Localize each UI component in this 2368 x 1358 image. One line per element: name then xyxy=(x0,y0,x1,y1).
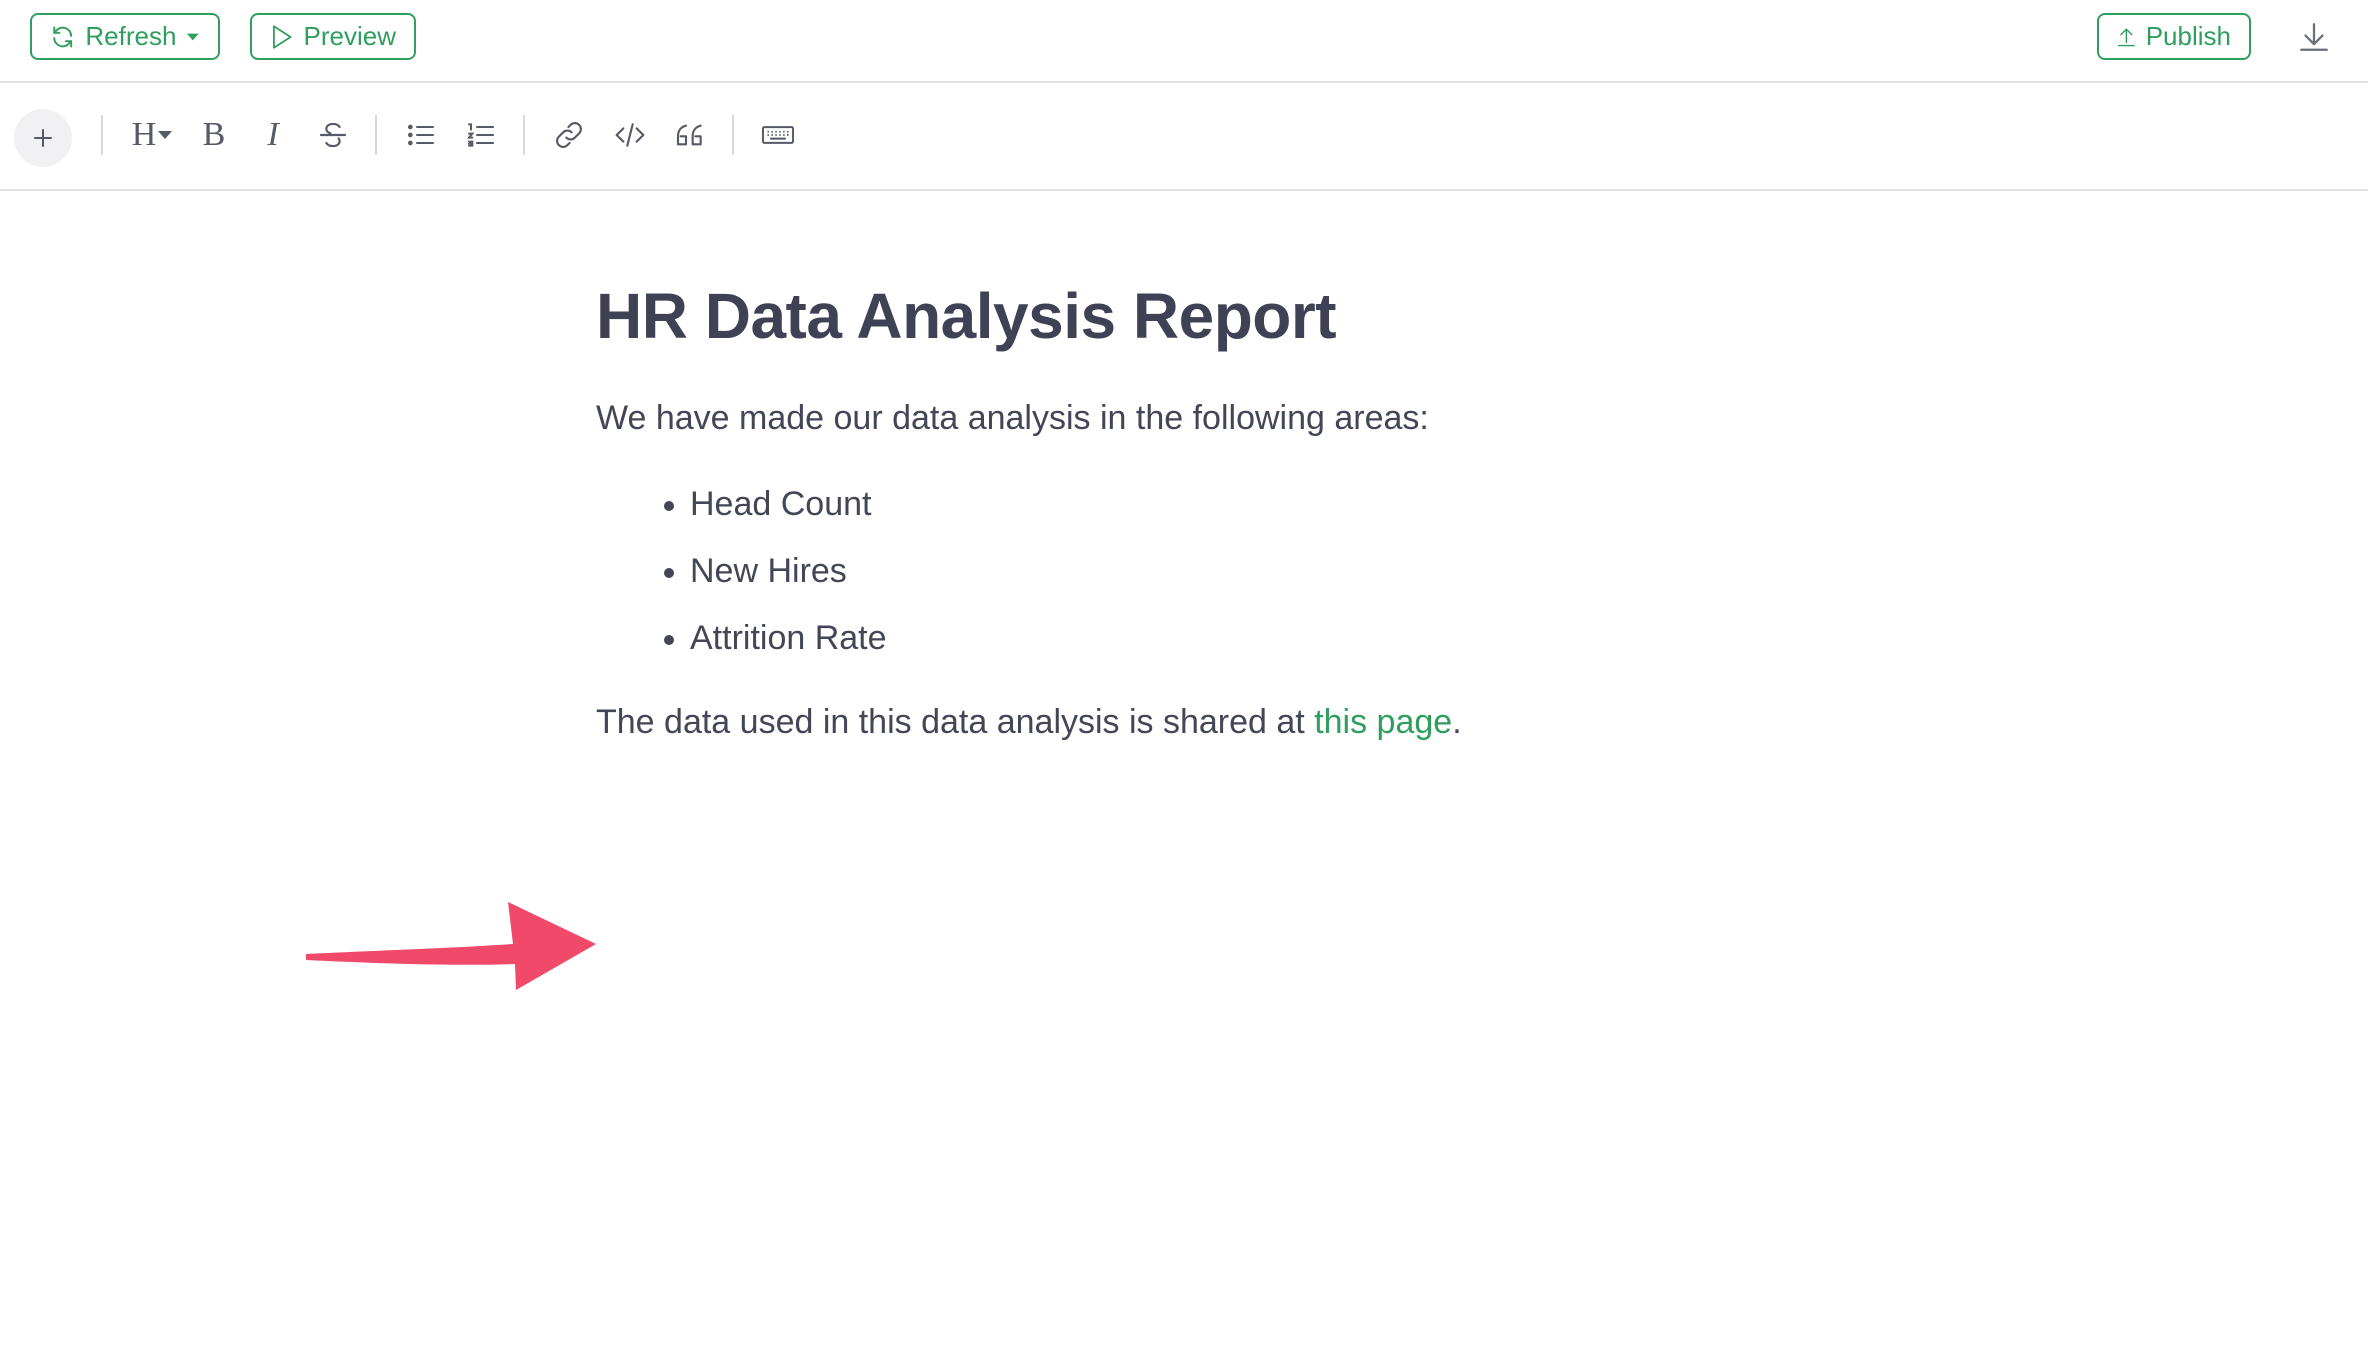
upload-icon xyxy=(2117,27,2135,46)
list-item-text: Attrition Rate xyxy=(690,619,887,658)
numbered-list-icon xyxy=(466,123,494,147)
link-button[interactable] xyxy=(547,113,591,157)
bullet-icon xyxy=(664,635,674,646)
closing-text: The data used in this data analysis is s… xyxy=(596,703,1315,742)
list-item-text: Head Count xyxy=(690,484,872,523)
heading-button[interactable]: H xyxy=(124,113,180,157)
strikethrough-icon xyxy=(319,122,347,148)
this-page-link[interactable]: this page xyxy=(1314,703,1452,741)
quote-icon xyxy=(676,124,702,146)
link-icon xyxy=(556,122,582,148)
list-item: Attrition Rate xyxy=(664,616,1796,660)
quote-button[interactable] xyxy=(668,113,712,157)
publish-button[interactable]: Publish xyxy=(2097,13,2251,60)
areas-list: Head Count New Hires Attrition Rate xyxy=(664,482,1796,661)
play-icon xyxy=(273,24,292,49)
bold-icon: B xyxy=(202,116,226,153)
formatting-toolbar: H B I xyxy=(0,85,2368,191)
bullet-icon xyxy=(664,500,674,511)
heading-icon: H xyxy=(131,116,157,153)
annotation-arrow-icon xyxy=(306,902,596,990)
toolbar-separator xyxy=(523,115,525,155)
plus-icon xyxy=(34,129,52,147)
insert-block-button[interactable] xyxy=(14,109,72,167)
numbered-list-button[interactable] xyxy=(459,113,503,157)
list-item: New Hires xyxy=(664,549,1796,593)
italic-icon: I xyxy=(267,116,279,153)
closing-paragraph: The data used in this data analysis is s… xyxy=(596,700,1796,744)
list-item: Head Count xyxy=(664,482,1796,526)
caret-down-icon xyxy=(187,33,200,40)
document-title: HR Data Analysis Report xyxy=(596,280,1337,352)
italic-button[interactable]: I xyxy=(251,113,295,157)
top-bar: Refresh Preview Publish xyxy=(0,0,2368,83)
refresh-icon xyxy=(53,26,73,47)
refresh-button[interactable]: Refresh xyxy=(30,13,220,60)
list-item-text: New Hires xyxy=(690,551,847,590)
code-button[interactable] xyxy=(608,113,652,157)
toolbar-separator xyxy=(732,115,734,155)
preview-label: Preview xyxy=(303,21,396,51)
refresh-label: Refresh xyxy=(85,21,177,51)
publish-label: Publish xyxy=(2145,21,2231,51)
caret-down-icon xyxy=(158,130,173,139)
code-icon xyxy=(615,123,645,147)
bullet-list-icon xyxy=(408,124,434,146)
intro-paragraph: We have made our data analysis in the fo… xyxy=(596,398,1429,437)
keyboard-shortcuts-button[interactable] xyxy=(756,113,800,157)
toolbar-separator xyxy=(101,115,103,155)
bold-button[interactable]: B xyxy=(192,113,236,157)
toolbar-separator xyxy=(375,115,377,155)
strikethrough-button[interactable] xyxy=(311,113,355,157)
closing-period: . xyxy=(1452,703,1462,742)
bullet-list-button[interactable] xyxy=(399,113,443,157)
download-icon[interactable] xyxy=(2297,20,2331,54)
keyboard-icon xyxy=(761,126,795,144)
document-body[interactable]: HR Data Analysis Report We have made our… xyxy=(596,280,1796,745)
bullet-icon xyxy=(664,567,674,578)
preview-button[interactable]: Preview xyxy=(250,13,416,60)
